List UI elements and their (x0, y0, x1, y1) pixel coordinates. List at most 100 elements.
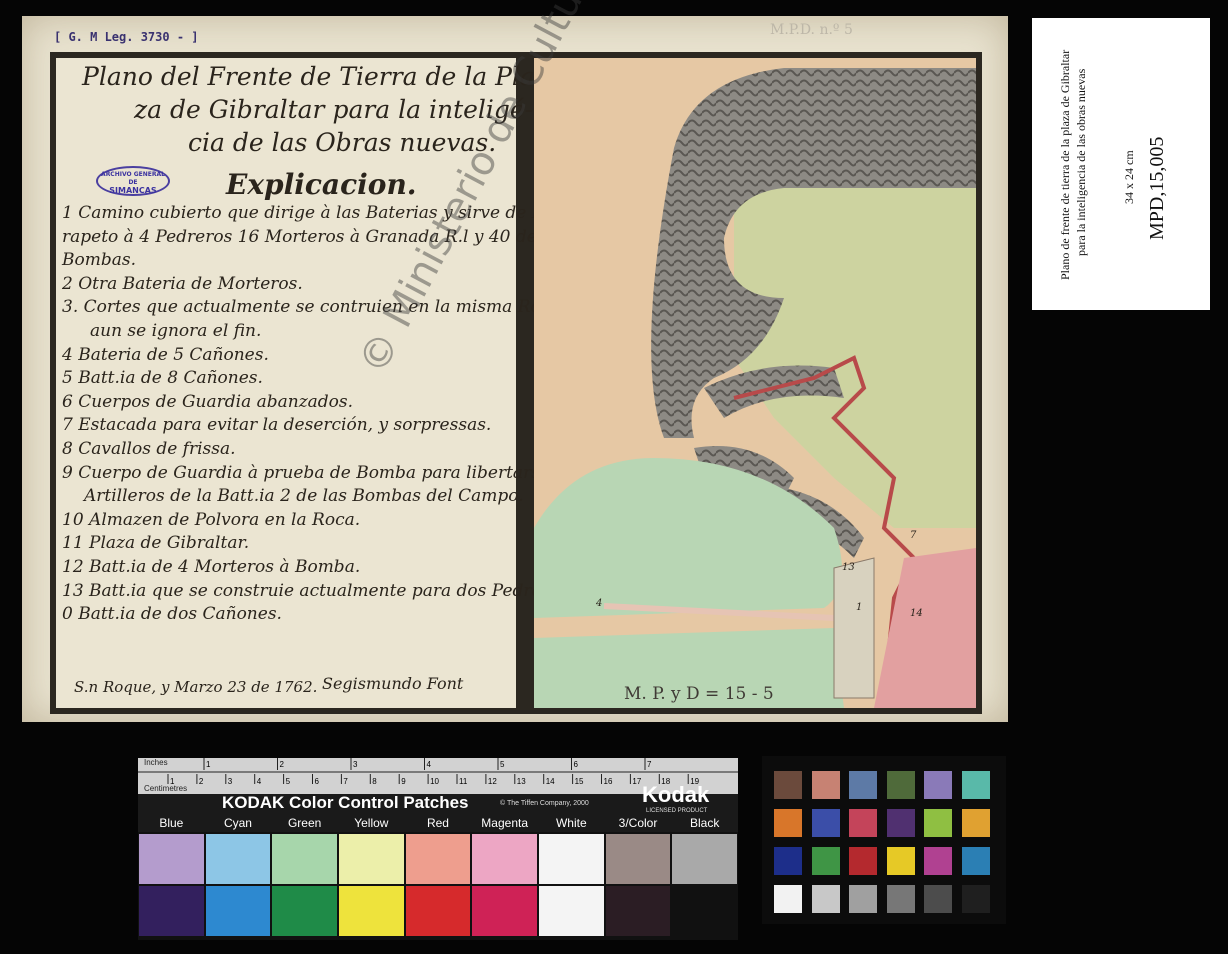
cm-tick-label: 16 (604, 777, 613, 786)
inch-tick-label: 2 (280, 760, 285, 769)
legend-item: 3. Cortes que actualmente se contruien e… (62, 297, 581, 318)
legend-item: Artilleros de la Batt.ia 2 de las Bombas… (84, 486, 524, 507)
color-patch-light (272, 834, 337, 884)
kodak-licensed: LICENSED PRODUCT (646, 808, 708, 814)
map-number: 1 (856, 602, 863, 613)
checker-swatch (924, 809, 952, 837)
legend-item: 9 Cuerpo de Guardia à prueba de Bomba pa… (62, 462, 580, 483)
color-patch-light (205, 834, 271, 884)
inch-tick-label: 3 (353, 760, 358, 769)
color-patch-light (405, 834, 471, 884)
patch-label: 3/Color (618, 816, 658, 830)
legend-item: 5 Batt.ia de 8 Cañones. (62, 368, 263, 389)
patch-label: Green (287, 816, 322, 830)
cm-tick-label: 5 (286, 777, 291, 786)
date-line: S.n Roque, y Marzo 23 de 1762. (74, 678, 318, 696)
checker-swatch (774, 885, 802, 913)
inch-tick-label: 4 (427, 760, 432, 769)
stamp-line-3: SIMANCAS (109, 186, 157, 195)
legend-item: rapeto à 4 Pedreros 16 Morteros à Granad… (62, 226, 537, 247)
title-line-3: cia de las Obras nuevas. (188, 128, 497, 157)
legend-item: 8 Cavallos de frissa. (62, 438, 236, 459)
checker-swatch (774, 809, 802, 837)
patch-label: Yellow (354, 816, 389, 830)
legend-item: 6 Cuerpos de Guardia abanzados. (62, 391, 354, 412)
checker-swatch (924, 771, 952, 799)
legend-list: 1 Camino cubierto que dirige à las Bater… (62, 202, 581, 627)
color-patch-dark (139, 886, 204, 936)
legend-item: 13 Batt.ia que se construie actualmente … (62, 580, 575, 601)
cm-tick-label: 9 (401, 777, 406, 786)
color-patch-dark (672, 886, 737, 936)
checker-swatch (849, 809, 877, 837)
inch-tick-label: 1 (206, 760, 211, 769)
label-title-line-1: Plano de frente de tierra de la plaza de… (1058, 49, 1072, 280)
legend-item: 4 Bateria de 5 Cañones. (62, 344, 269, 365)
legend-item: 0 Batt.ia de dos Cañones. (62, 604, 282, 625)
cm-tick-label: 10 (430, 777, 439, 786)
color-patch-dark (405, 886, 471, 936)
checker-swatch (924, 847, 952, 875)
color-patch-dark (205, 886, 271, 936)
cm-tick-label: 3 (228, 777, 233, 786)
patch-label: Blue (159, 816, 184, 830)
catalog-label-card: Plano de frente de tierra de la plaza de… (1032, 18, 1210, 310)
cm-tick-label: 4 (257, 777, 262, 786)
label-size: 34 x 24 cm (1122, 150, 1136, 204)
color-patch-dark (605, 886, 671, 936)
color-patch-light (539, 834, 604, 884)
bastions (833, 557, 875, 699)
checker-swatch (961, 771, 990, 799)
patch-label: Magenta (481, 816, 528, 830)
legend-item: 11 Plaza de Gibraltar. (62, 533, 250, 554)
cm-tick-label: 8 (372, 777, 377, 786)
faint-reference: M.P.D. n.º 5 (770, 22, 853, 38)
kodak-copyright: © The Tiffen Company, 2000 (500, 800, 589, 807)
checker-swatch (961, 885, 990, 913)
label-title-line-2: para la inteligencia de las obras nuevas (1074, 68, 1088, 256)
patch-label: Red (426, 816, 449, 830)
map-number: 7 (910, 530, 917, 541)
color-patch-dark (339, 886, 404, 936)
legend-item: Bombas. (62, 250, 136, 271)
patch-label: Cyan (223, 816, 252, 830)
checker-swatch (811, 771, 840, 799)
checker-swatch (886, 809, 915, 837)
color-patch-light (605, 834, 671, 884)
title-line-2: za de Gibraltar para la inteligé- (134, 95, 534, 124)
checker-swatch (811, 885, 840, 913)
ruler-cm-label: Centimetres (144, 784, 188, 793)
title-line-1: Plano del Frente de Tierra de la Pla- (82, 62, 544, 91)
color-patch-dark (272, 886, 337, 936)
cm-tick-label: 11 (459, 777, 468, 786)
kodak-title: KODAK Color Control Patches (222, 793, 469, 812)
patch-labels: Blue Cyan Green Yellow Red Magenta White 3/Colo… (138, 816, 738, 832)
cm-tick-label: 15 (575, 777, 584, 786)
checker-swatch (886, 847, 915, 875)
stamp-line-1: ARCHIVO GENERAL (101, 171, 165, 178)
map-reference: M. P. y D = 15 - 5 (624, 684, 774, 704)
archive-stamp: ARCHIVO GENERAL DE SIMANCAS (96, 166, 170, 196)
legend-item: 1 Camino cubierto que dirige à las Bater… (62, 203, 559, 223)
color-patch-dark (472, 886, 537, 936)
checker-swatch (849, 847, 877, 875)
map-number: 4 (596, 598, 603, 609)
checker-swatch (886, 885, 915, 913)
catalog-reference: [ G. M Leg. 3730 - ] (54, 30, 199, 44)
color-patch-light (472, 834, 537, 884)
legend-item: 7 Estacada para evitar la deserción, y s… (62, 415, 492, 436)
checker-swatch (774, 847, 802, 875)
patch-label: White (555, 816, 587, 830)
label-code: MPD,15,005 (1146, 136, 1168, 240)
color-patches (138, 834, 738, 938)
color-checker-card (762, 756, 1006, 924)
inch-tick-label: 6 (574, 760, 579, 769)
checker-swatch (774, 771, 802, 799)
checker-swatch (811, 847, 840, 875)
color-patch-light (672, 834, 737, 884)
color-patch-light (339, 834, 404, 884)
checker-swatch (961, 847, 990, 875)
map-number: 13 (842, 562, 855, 573)
legend-item: 10 Almazen de Polvora en la Roca. (62, 509, 361, 530)
color-patch-light (139, 834, 204, 884)
